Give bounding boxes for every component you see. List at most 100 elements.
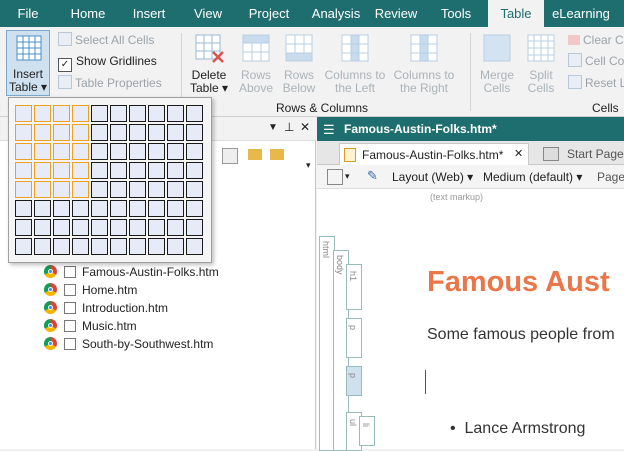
tab-famous-austin-folks[interactable]: Famous-Austin-Folks.htm* ✕: [339, 143, 529, 165]
grid-cell[interactable]: [129, 238, 146, 255]
grid-cell[interactable]: [167, 124, 184, 141]
grid-cell[interactable]: [148, 200, 165, 217]
grid-cell[interactable]: [148, 181, 165, 198]
grid-cell[interactable]: [72, 219, 89, 236]
overflow-icon[interactable]: ▾: [306, 160, 311, 171]
grid-cell[interactable]: [167, 143, 184, 160]
grid-cell[interactable]: [53, 162, 70, 179]
pin-icon[interactable]: ⊥: [284, 120, 294, 134]
rows-below-button[interactable]: Rows Below: [279, 32, 319, 96]
cell-content-button[interactable]: Cell Co: [568, 53, 624, 69]
grid-cell[interactable]: [15, 162, 32, 179]
grid-cell[interactable]: [91, 105, 108, 122]
grid-cell[interactable]: [148, 238, 165, 255]
grid-cell[interactable]: [53, 143, 70, 160]
grid-cell[interactable]: [53, 124, 70, 141]
grid-cell[interactable]: [53, 219, 70, 236]
menu-table[interactable]: Table: [488, 0, 544, 28]
grid-cell[interactable]: [186, 219, 203, 236]
grid-cell[interactable]: [53, 200, 70, 217]
bullet-item[interactable]: • Lance Armstrong: [450, 420, 585, 438]
insert-table-grid-popup[interactable]: [8, 97, 212, 263]
clear-cell-button[interactable]: Clear C: [568, 32, 624, 48]
grid-cell[interactable]: [148, 105, 165, 122]
document-paragraph[interactable]: Some famous people from: [427, 326, 615, 344]
split-cells-button[interactable]: Split Cells: [521, 32, 561, 96]
grid-cell[interactable]: [186, 162, 203, 179]
grid-cell[interactable]: [91, 124, 108, 141]
tab-start-page[interactable]: Start Page: [537, 144, 624, 164]
document-heading[interactable]: Famous Aust: [427, 266, 610, 299]
file-checkbox[interactable]: [64, 302, 76, 314]
grid-cell[interactable]: [15, 105, 32, 122]
ruler-p[interactable]: p: [346, 318, 362, 358]
grid-cell[interactable]: [53, 238, 70, 255]
medium-dropdown[interactable]: Medium (default) ▾: [483, 170, 582, 184]
folder-icon[interactable]: [248, 149, 262, 160]
menu-insert[interactable]: Insert: [122, 0, 176, 27]
grid-cell[interactable]: [34, 219, 51, 236]
grid-cell[interactable]: [110, 162, 127, 179]
file-checkbox[interactable]: [64, 266, 76, 278]
grid-cell[interactable]: [91, 219, 108, 236]
merge-cells-button[interactable]: Merge Cells: [477, 32, 517, 96]
grid-cell[interactable]: [15, 200, 32, 217]
grid-cell[interactable]: [110, 143, 127, 160]
grid-cell[interactable]: [186, 105, 203, 122]
grid-cell[interactable]: [91, 143, 108, 160]
grid-cell[interactable]: [148, 124, 165, 141]
grid-cell[interactable]: [110, 105, 127, 122]
grid-cell[interactable]: [186, 238, 203, 255]
grid-cell[interactable]: [15, 238, 32, 255]
grid-cell[interactable]: [186, 181, 203, 198]
grid-cell[interactable]: [186, 124, 203, 141]
grid-cell[interactable]: [129, 105, 146, 122]
grid-cell[interactable]: [91, 162, 108, 179]
grid-cell[interactable]: [167, 162, 184, 179]
menu-file[interactable]: File: [6, 0, 50, 27]
grid-cell[interactable]: [129, 143, 146, 160]
grid-cell[interactable]: [15, 219, 32, 236]
hamburger-icon[interactable]: ☰: [323, 122, 335, 138]
close-icon[interactable]: ✕: [300, 120, 310, 134]
new-folder-icon[interactable]: [270, 149, 284, 160]
grid-cell[interactable]: [91, 238, 108, 255]
grid-cell[interactable]: [72, 143, 89, 160]
file-checkbox[interactable]: [64, 284, 76, 296]
grid-cell[interactable]: [167, 238, 184, 255]
file-checkbox[interactable]: [64, 320, 76, 332]
grid-cell[interactable]: [34, 143, 51, 160]
grid-cell[interactable]: [186, 143, 203, 160]
show-gridlines-toggle[interactable]: ✓ Show Gridlines: [58, 53, 157, 72]
grid-cell[interactable]: [53, 105, 70, 122]
insert-table-button[interactable]: Insert Table ▾: [6, 30, 50, 96]
grid-cell[interactable]: [15, 181, 32, 198]
columns-left-button[interactable]: Columns to the Left: [322, 32, 388, 96]
grid-cell[interactable]: [167, 219, 184, 236]
grid-cell[interactable]: [110, 200, 127, 217]
file-checkbox[interactable]: [64, 338, 76, 350]
table-properties-button[interactable]: Table Properties: [58, 75, 162, 91]
select-all-cells-button[interactable]: Select All Cells: [58, 32, 154, 48]
grid-cell[interactable]: [91, 200, 108, 217]
grid-cell[interactable]: [167, 105, 184, 122]
grid-cell[interactable]: [34, 124, 51, 141]
grid-cell[interactable]: [148, 143, 165, 160]
search-icon[interactable]: [222, 148, 238, 164]
grid-cell[interactable]: [15, 124, 32, 141]
menu-analysis[interactable]: Analysis: [304, 0, 368, 27]
grid-cell[interactable]: [72, 200, 89, 217]
grid-cell[interactable]: [110, 219, 127, 236]
grid-cell[interactable]: [34, 181, 51, 198]
grid-cell[interactable]: [72, 181, 89, 198]
grid-cell[interactable]: [148, 219, 165, 236]
menu-elearning[interactable]: eLearning: [548, 0, 614, 27]
menu-home[interactable]: Home: [60, 0, 116, 27]
grid-cell[interactable]: [167, 181, 184, 198]
grid-cell[interactable]: [148, 162, 165, 179]
grid-cell[interactable]: [110, 238, 127, 255]
grid-cell[interactable]: [129, 219, 146, 236]
columns-right-button[interactable]: Columns to the Right: [391, 32, 457, 96]
ruler-li[interactable]: li: [359, 416, 375, 446]
grid-cell[interactable]: [72, 124, 89, 141]
